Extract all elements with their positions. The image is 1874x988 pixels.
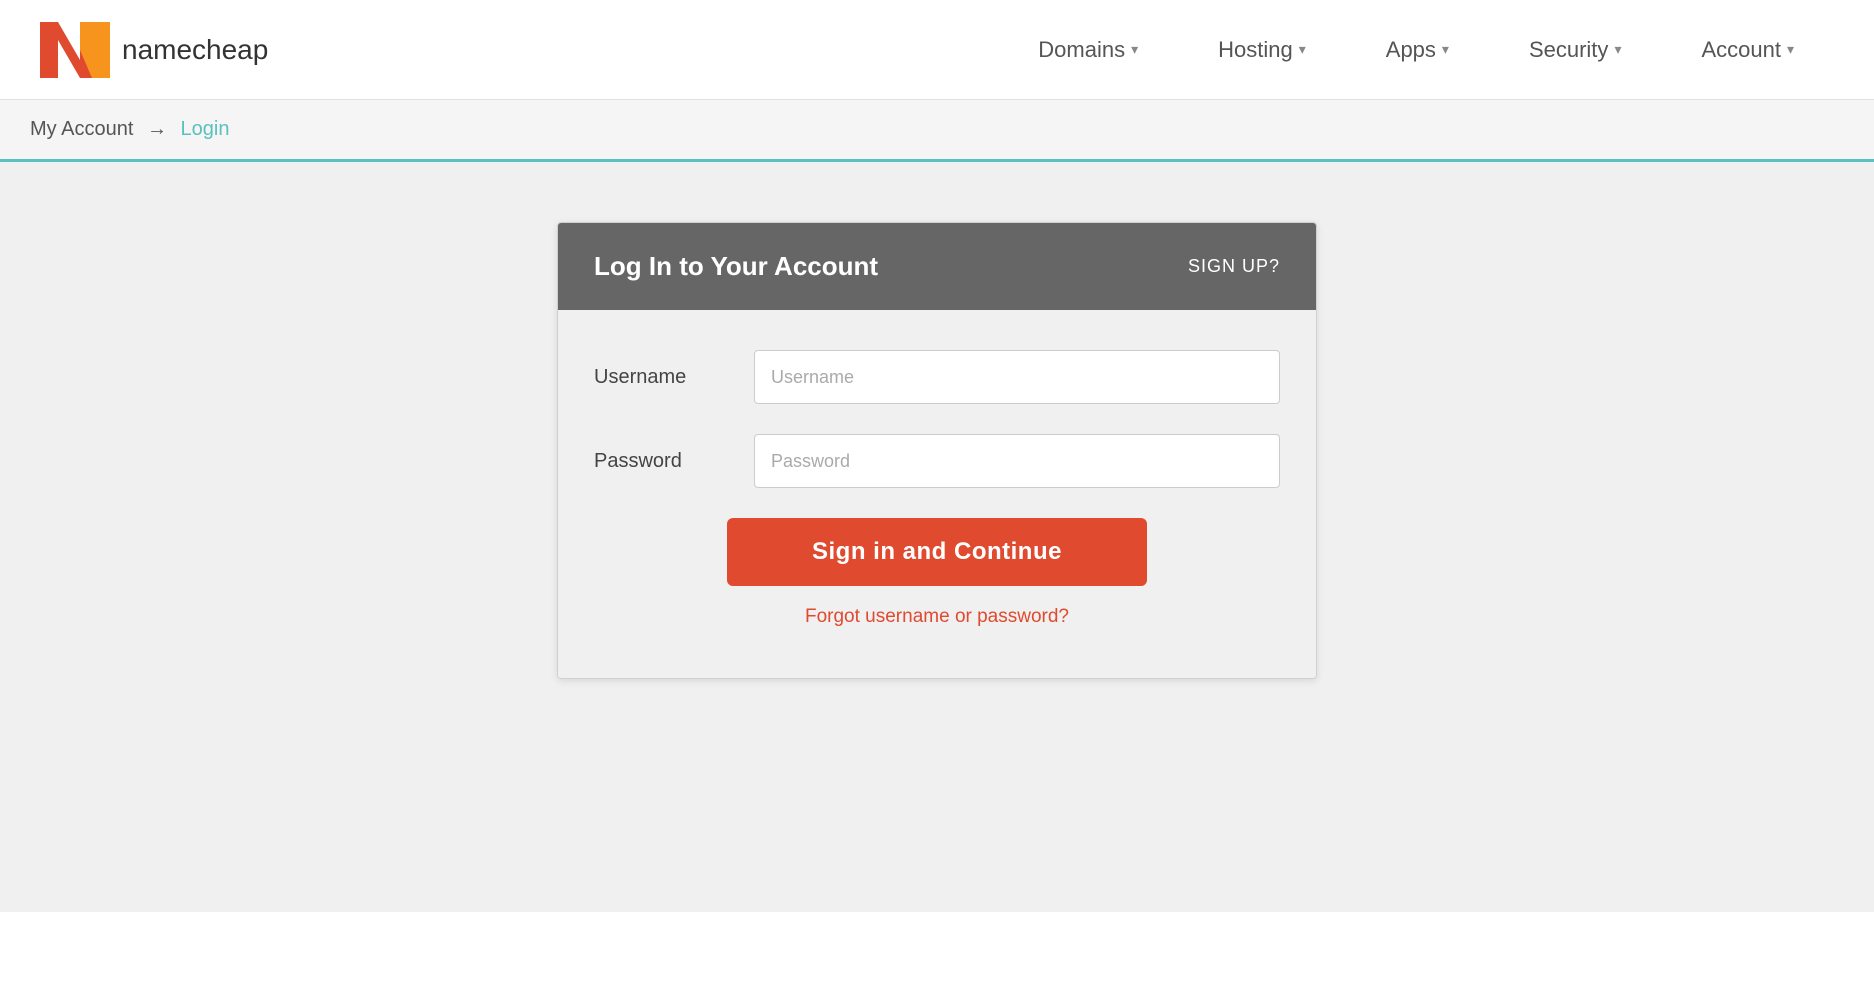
nav-item-hosting[interactable]: Hosting ▾: [1178, 0, 1346, 100]
nav-account-label: Account: [1701, 37, 1781, 63]
chevron-down-icon: ▾: [1787, 41, 1794, 58]
username-label: Username: [594, 366, 754, 389]
password-label: Password: [594, 450, 754, 473]
nav-apps-label: Apps: [1386, 37, 1436, 63]
chevron-down-icon: ▾: [1442, 41, 1449, 58]
login-card: Log In to Your Account SIGN UP? Username…: [557, 222, 1317, 679]
breadcrumb-login[interactable]: Login: [181, 118, 230, 140]
chevron-down-icon: ▾: [1614, 41, 1621, 58]
breadcrumb: My Account → Login: [0, 100, 1874, 162]
signup-link[interactable]: SIGN UP?: [1188, 256, 1280, 277]
logo-area: namecheap: [40, 20, 998, 80]
namecheap-logo-icon: [40, 20, 110, 80]
nav-domains-label: Domains: [1038, 37, 1125, 63]
card-body: Username Password Sign in and Continue F…: [558, 310, 1316, 678]
logo-text: namecheap: [122, 34, 268, 66]
forgot-password-link[interactable]: Forgot username or password?: [805, 606, 1069, 628]
signin-button[interactable]: Sign in and Continue: [727, 518, 1147, 586]
header: namecheap Domains ▾ Hosting ▾ Apps ▾ Sec…: [0, 0, 1874, 100]
password-row: Password: [594, 434, 1280, 488]
nav-item-security[interactable]: Security ▾: [1489, 0, 1662, 100]
breadcrumb-my-account: My Account: [30, 118, 133, 140]
nav-item-account[interactable]: Account ▾: [1661, 0, 1834, 100]
username-row: Username: [594, 350, 1280, 404]
main-content: Log In to Your Account SIGN UP? Username…: [0, 162, 1874, 912]
main-nav: Domains ▾ Hosting ▾ Apps ▾ Security ▾ Ac…: [998, 0, 1834, 100]
card-title: Log In to Your Account: [594, 251, 878, 282]
nav-security-label: Security: [1529, 37, 1608, 63]
nav-item-domains[interactable]: Domains ▾: [998, 0, 1178, 100]
username-input[interactable]: [754, 350, 1280, 404]
nav-hosting-label: Hosting: [1218, 37, 1293, 63]
nav-item-apps[interactable]: Apps ▾: [1346, 0, 1489, 100]
password-input[interactable]: [754, 434, 1280, 488]
card-header: Log In to Your Account SIGN UP?: [558, 223, 1316, 310]
button-area: Sign in and Continue Forgot username or …: [594, 518, 1280, 628]
chevron-down-icon: ▾: [1131, 41, 1138, 58]
chevron-down-icon: ▾: [1299, 41, 1306, 58]
breadcrumb-arrow: →: [147, 118, 167, 140]
